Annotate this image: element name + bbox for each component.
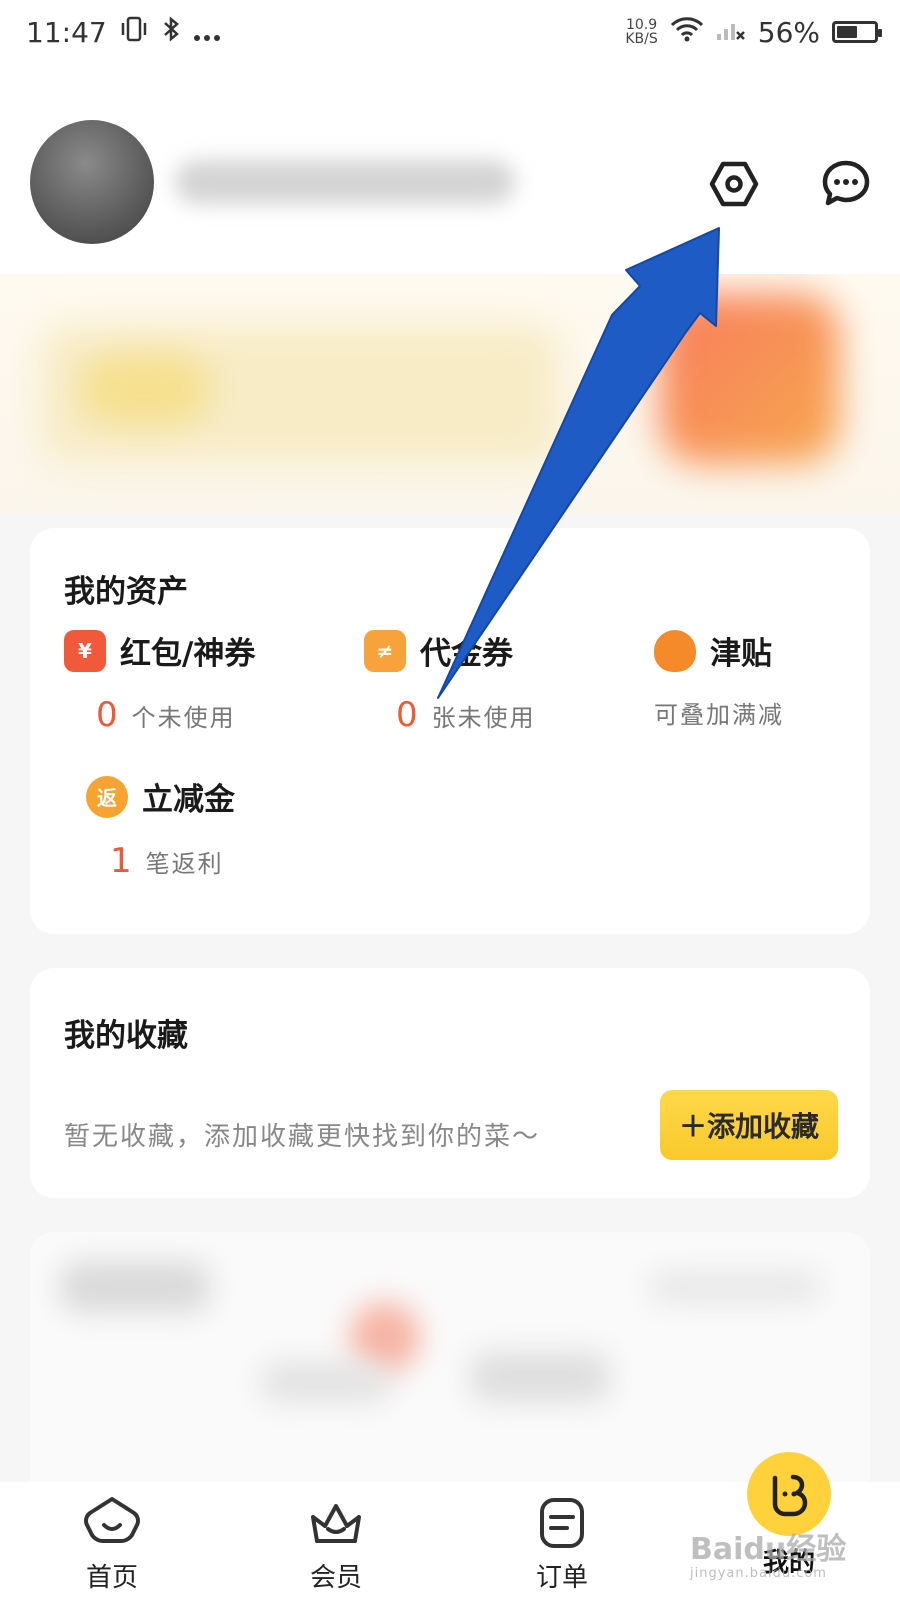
network-speed-unit: KB/S: [625, 31, 658, 47]
battery-fill: [837, 26, 858, 38]
promo-banner-blurred[interactable]: [0, 274, 900, 514]
asset-count: 0: [396, 695, 418, 735]
home-icon: [82, 1494, 142, 1551]
bluetooth-icon: [161, 15, 181, 49]
tab-orders[interactable]: 订单: [507, 1494, 617, 1594]
asset-count: 0: [96, 695, 118, 735]
asset-desc: 张未使用: [431, 704, 536, 732]
favorites-title: 我的收藏: [64, 1018, 188, 1054]
blur-shape: [650, 1272, 820, 1302]
profile-header: [0, 64, 900, 274]
status-left: 11:47: [26, 16, 221, 49]
asset-desc: 个未使用: [131, 704, 236, 732]
rebate-icon: 返: [86, 775, 128, 818]
member-crown-icon: [306, 1494, 366, 1551]
tab-label: 会员: [309, 1563, 362, 1593]
asset-label: 红包/神券: [120, 636, 256, 672]
wifi-icon: [670, 16, 704, 49]
asset-voucher[interactable]: ≠ 代金券 0 张未使用: [364, 628, 624, 738]
promo-blur-button: [660, 294, 840, 464]
asset-desc: 可叠加满减: [654, 701, 784, 729]
settings-button[interactable]: [706, 158, 762, 214]
status-time: 11:47: [26, 15, 107, 49]
blur-shape: [470, 1352, 610, 1402]
add-favorite-button[interactable]: ＋添加收藏: [660, 1090, 838, 1160]
more-dots-icon: [193, 16, 221, 49]
promo-blur-shape: [80, 354, 210, 424]
assets-title: 我的资产: [64, 574, 188, 610]
asset-label: 代金券: [420, 636, 513, 672]
asset-red-packet[interactable]: ¥ 红包/神券 0 个未使用: [64, 628, 324, 738]
tab-member[interactable]: 会员: [281, 1494, 391, 1594]
asset-label: 立减金: [142, 782, 235, 818]
red-packet-icon: ¥: [64, 629, 106, 672]
avatar[interactable]: [30, 120, 154, 244]
asset-label: 津贴: [710, 636, 772, 672]
asset-desc: 笔返利: [145, 850, 224, 878]
blur-shape: [260, 1362, 390, 1402]
order-icon: [532, 1494, 592, 1551]
asset-allowance[interactable]: 津贴 可叠加满减: [654, 628, 900, 738]
network-speed: 10.9 KB/S: [625, 18, 657, 46]
tab-label: 首页: [85, 1563, 138, 1593]
status-right: 10.9 KB/S 56%: [625, 15, 882, 49]
money-bag-icon: [654, 629, 696, 672]
tab-label: 订单: [535, 1563, 588, 1593]
message-button[interactable]: [818, 158, 874, 214]
network-speed-value: 10.9: [625, 17, 658, 33]
favorites-empty-text: 暂无收藏，添加收藏更快找到你的菜～: [64, 1122, 541, 1152]
username-blurred: [175, 160, 515, 204]
blur-shape: [60, 1262, 210, 1312]
battery-icon: [832, 21, 882, 43]
asset-rebate[interactable]: 返 立减金 1 笔返利: [86, 774, 346, 884]
chat-bubble-icon: [820, 158, 872, 214]
watermark-site: jingyan.baidu.com: [690, 1566, 827, 1581]
asset-count: 1: [110, 841, 132, 881]
settings-hexagon-icon: [708, 158, 760, 214]
baidu-jingyan-watermark: Baidu经验 jingyan.baidu.com: [690, 1524, 890, 1594]
signal-icon: [716, 16, 746, 49]
status-bar: 11:47 10.9 KB/S 56%: [0, 0, 900, 64]
voucher-icon: ≠: [364, 629, 406, 672]
tab-home[interactable]: 首页: [57, 1494, 167, 1594]
watermark-brand: Baidu经验: [690, 1532, 847, 1567]
favorites-card: 我的收藏 暂无收藏，添加收藏更快找到你的菜～ ＋添加收藏: [30, 968, 870, 1198]
battery-percent: 56%: [757, 15, 820, 49]
assets-card: 我的资产 ¥ 红包/神券 0 个未使用 ≠ 代金券 0 张未使用 津贴 可叠加满…: [30, 528, 870, 934]
vibrate-icon: [119, 16, 149, 49]
